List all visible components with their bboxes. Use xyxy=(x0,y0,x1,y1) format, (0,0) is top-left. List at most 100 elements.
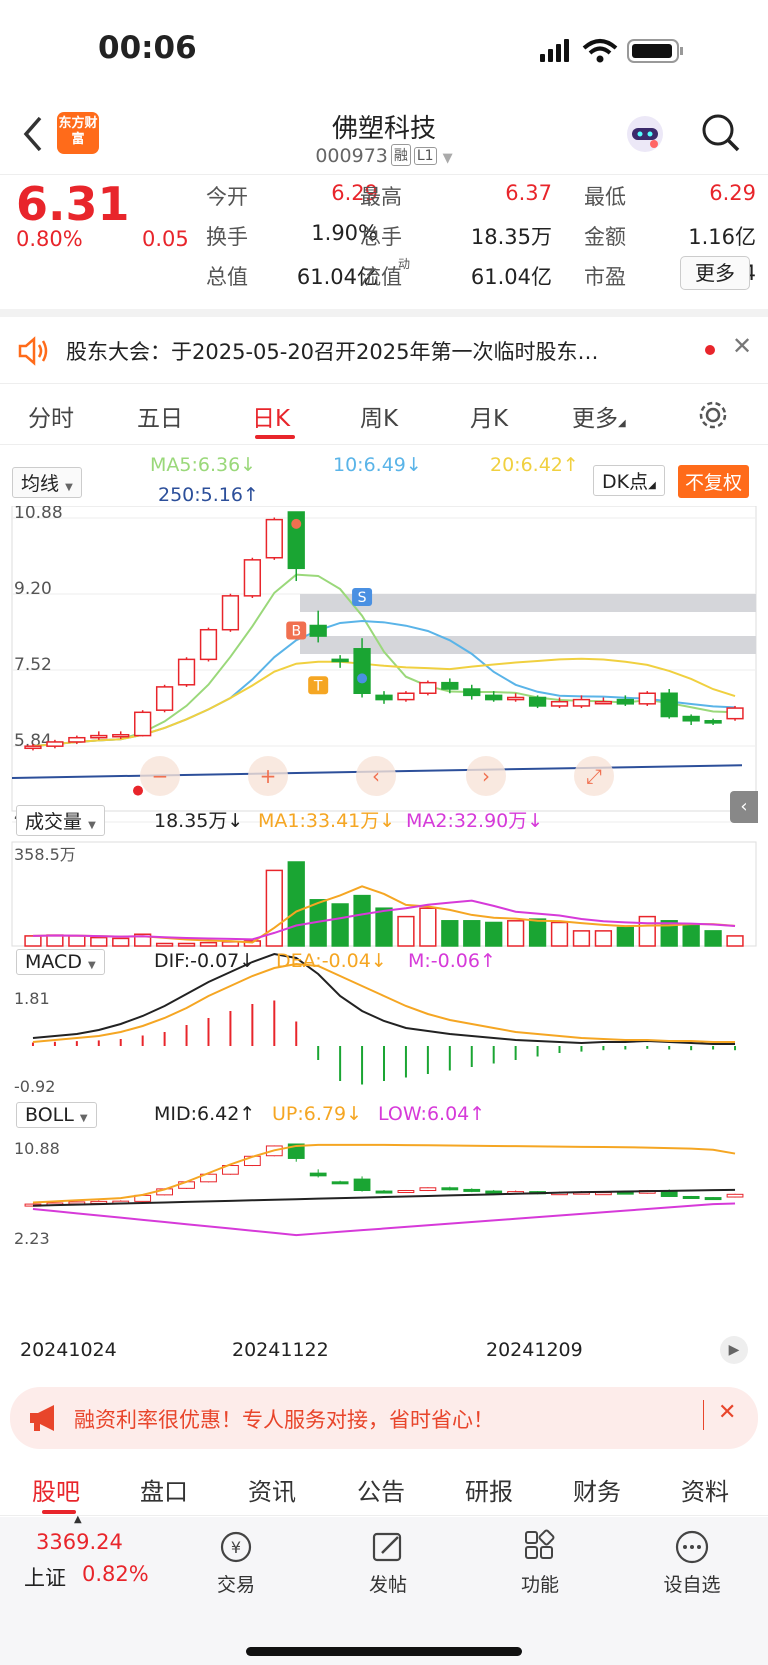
field-value: 6.37 xyxy=(505,181,552,205)
tab-pankou[interactable]: 盘口 xyxy=(140,1472,188,1507)
more-button[interactable]: 更多 xyxy=(680,256,750,290)
t-marker-label: T xyxy=(313,678,323,694)
tab-news[interactable]: 资讯 xyxy=(248,1472,296,1507)
tab-finance[interactable]: 财务 xyxy=(573,1472,621,1507)
candle-down xyxy=(704,720,722,724)
candle-down xyxy=(682,715,700,722)
boll-candle-down xyxy=(309,1172,327,1177)
y-tick-label: 7.52 xyxy=(14,655,52,675)
volume-bar xyxy=(528,918,547,947)
more-dots-icon xyxy=(675,1530,709,1564)
tab-research[interactable]: 研报 xyxy=(465,1472,513,1507)
post-label: 发帖 xyxy=(368,1574,407,1596)
candle-up xyxy=(419,681,437,694)
volume-bar xyxy=(441,920,459,947)
tab-announcement[interactable]: 公告 xyxy=(357,1472,405,1507)
field-key: 今开 xyxy=(206,185,248,209)
index-percent: 0.82% xyxy=(82,1562,149,1586)
tab-month-k[interactable]: 月K xyxy=(470,399,508,433)
ma-select[interactable]: 均线 ▼ xyxy=(12,467,82,498)
kline-chart-area[interactable]: 均线 ▼ MA5:6.36↓ 10:6.49↓ 20:6.42↑ 250:5.1… xyxy=(0,446,768,1376)
chart-control-icon: › xyxy=(482,764,490,788)
close-icon[interactable]: ✕ xyxy=(718,1400,736,1425)
s-dot xyxy=(357,673,368,684)
volume-bar xyxy=(594,930,613,947)
volume-bar xyxy=(353,894,371,947)
volume-bar xyxy=(485,921,503,947)
quote-panel: 6.31 0.80% 0.05 今开 6.29 最高 6.37 最低 6.29 换手 1.90… xyxy=(0,177,768,317)
boll-candle-down xyxy=(463,1188,481,1192)
index-name: 上证 xyxy=(24,1566,66,1590)
date-label-1: 20241024 xyxy=(20,1339,117,1361)
status-icons xyxy=(540,39,683,63)
candle-up xyxy=(177,658,196,686)
scroll-right-icon[interactable]: ▶ xyxy=(720,1336,748,1364)
dk-point-select[interactable]: DK点◢ xyxy=(593,465,665,496)
field-key: 总值 xyxy=(206,265,248,289)
unread-dot xyxy=(705,345,715,355)
tab-profile[interactable]: 资料 xyxy=(681,1472,729,1507)
index-value[interactable]: 3369.24 xyxy=(36,1530,123,1554)
boll-select[interactable]: BOLL ▼ xyxy=(16,1102,97,1128)
divider xyxy=(703,1400,704,1430)
macd-low-label: -0.92 xyxy=(14,1077,55,1096)
volume-bar xyxy=(177,942,196,947)
search-icon[interactable] xyxy=(700,112,742,154)
volume-bar xyxy=(331,903,349,947)
boll-low-label: 2.23 xyxy=(14,1229,50,1248)
boll-candle-down xyxy=(331,1181,349,1185)
candle-up xyxy=(221,595,240,631)
trade-button[interactable]: ¥ 交易 xyxy=(176,1529,296,1597)
bottom-content-tabs: 股吧 盘口 资讯 公告 研报 财务 资料 xyxy=(0,1458,768,1516)
notice-bar[interactable]: 股东大会：于2025-05-20召开2025年第一次临时股东… ✕ xyxy=(0,318,768,384)
field-key: 流值 xyxy=(360,265,402,289)
boll-candle-up xyxy=(594,1192,612,1196)
change-amount: 0.05 xyxy=(142,227,189,251)
volume-bar xyxy=(419,907,437,947)
add-watchlist-button[interactable]: 设自选 xyxy=(632,1529,752,1597)
volume-bar xyxy=(726,935,744,947)
tab-more-label: 更多 xyxy=(572,406,618,432)
settings-gear-icon[interactable] xyxy=(697,399,729,431)
kline-svg[interactable]: 10.889.207.525.844.15BTS−+‹›⤢358.5万1.81-… xyxy=(0,506,768,1286)
grid-icon xyxy=(525,1529,555,1559)
chevron-down-icon: ▼ xyxy=(442,151,453,166)
y-tick-label: 10.88 xyxy=(14,506,63,523)
tab-wuri[interactable]: 五日 xyxy=(137,399,183,433)
volume-bar xyxy=(112,937,130,947)
candle-down xyxy=(441,681,459,690)
clock: 00:06 xyxy=(98,30,197,66)
volume-select-label: 成交量 xyxy=(25,811,83,833)
volume-bar xyxy=(704,930,722,947)
volume-select[interactable]: 成交量 ▼ xyxy=(16,805,105,836)
volume-bar xyxy=(638,915,656,947)
adjustment-button[interactable]: 不复权 xyxy=(678,465,750,498)
boll-candle-down xyxy=(704,1197,722,1201)
tab-week-k[interactable]: 周K xyxy=(360,399,398,433)
post-button[interactable]: 发帖 xyxy=(328,1529,448,1597)
tab-more[interactable]: 更多◢ xyxy=(572,399,626,433)
tab-day-k[interactable]: 日K xyxy=(252,399,290,433)
boll-candle-down xyxy=(485,1190,503,1194)
close-icon[interactable]: ✕ xyxy=(732,332,752,360)
tab-fenshi[interactable]: 分时 xyxy=(28,399,74,433)
chart-control-icon: − xyxy=(152,764,169,788)
promo-banner[interactable]: 融资利率很优惠！专人服务对接，省时省心！ ✕ xyxy=(10,1387,758,1449)
svg-text:¥: ¥ xyxy=(231,1538,241,1557)
macd-select[interactable]: MACD ▼ xyxy=(16,949,105,975)
robot-assistant-icon[interactable] xyxy=(623,112,667,156)
tab-guba[interactable]: 股吧 xyxy=(32,1472,80,1507)
volume-bar xyxy=(397,915,415,947)
volume-bar xyxy=(616,926,634,947)
promo-text: 融资利率很优惠！专人服务对接，省时省心！ xyxy=(74,1408,494,1432)
change-percent: 0.80% xyxy=(16,227,83,251)
candle-up xyxy=(90,734,108,739)
boll-candle-down xyxy=(375,1190,393,1194)
chart-control-icon: + xyxy=(260,764,277,788)
yuan-exchange-icon: ¥ xyxy=(220,1531,252,1563)
boll-candle-down xyxy=(682,1195,700,1199)
collapse-panel-icon[interactable]: ‹ xyxy=(730,791,758,823)
candle-up xyxy=(155,686,174,711)
functions-button[interactable]: 功能 xyxy=(480,1529,600,1597)
volume-bar xyxy=(199,941,218,947)
